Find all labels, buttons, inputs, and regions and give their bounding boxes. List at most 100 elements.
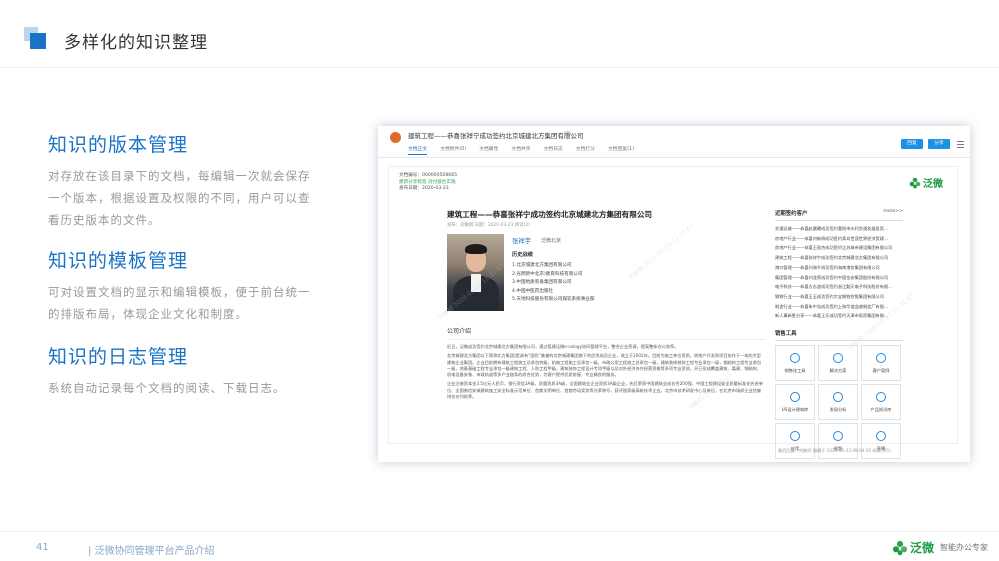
tab-properties[interactable]: 文档属性 [479, 145, 498, 155]
client-link[interactable]: 房地产行业——恭喜刘新佩成功签约青岛世茂世界经济贸建… [775, 234, 903, 244]
weaver-logo-text: 泛微 [923, 179, 943, 190]
article-title: 建筑工程——恭喜张祥宁成功签约北京城建北方集团有限公司 [447, 210, 653, 219]
company-intro-heading: 公司介绍 [447, 326, 765, 340]
recent-clients-list: 交通运输——恭喜赵晨曦成功签约惠阳市水利交通发展投资… 房地产行业——恭喜刘新佩… [775, 224, 903, 321]
share-button[interactable]: 分享 [928, 139, 950, 149]
tab-log[interactable]: 文档日志 [544, 145, 563, 155]
footer-text: | 泛微协同管理平台产品介绍 [88, 546, 215, 557]
slide-header: 多样化的知识整理 [0, 0, 999, 68]
client-link[interactable]: 制造行业——恭喜朱中浩成功签约上海华谊血液制造厂有限… [775, 302, 903, 312]
weaver-logo: 泛微 [909, 175, 943, 190]
tool-tile[interactable]: 产品知识库 [861, 384, 901, 421]
chart-icon [833, 392, 843, 403]
section-body: 系统自动记录每个文档的阅读、下载日志。 [48, 381, 286, 395]
profile-photo [447, 234, 504, 311]
tab-body[interactable]: 文档正文 [408, 145, 428, 155]
document-meta: 文档编号：000000508665 建新分享标签 对付部合实践 发布日期：202… [399, 173, 457, 193]
list-item: 3.中国地质装备集团有限公司 [512, 280, 572, 286]
paragraph: 近日，泛微成功签约北京城建北方集团有限公司，通过搭建泛微e-cology协同管理… [447, 344, 679, 349]
tab-rating[interactable]: 文档打分 [576, 145, 595, 155]
section-body: 可对设置文档的显示和编辑模板，便于前台统一的排版布局，体现企业文化和制度。 [48, 285, 311, 321]
document-icon [833, 353, 843, 364]
page-number: 41 [36, 542, 49, 553]
footer-logo-text: 泛微 [910, 541, 935, 555]
profile-achievements: 1.北京城建北方集团有限公司 2.光明新中北京)教育科技有限公司 3.中国地质装… [512, 262, 594, 305]
document-toolbar: 建筑工程——恭喜张祥宁成功签约北京城建北方集团有限公司 (8) 文档正文 文档附… [378, 126, 970, 158]
tool-label: 销售化工具 [784, 368, 806, 374]
view-count: (8) [564, 131, 572, 137]
sales-tools-title: 销售工具 [775, 329, 903, 342]
profile-company: 泛微北京 [541, 238, 562, 244]
section-heading: 知识的模板管理 [48, 250, 189, 272]
tool-label: 发现分析 [829, 407, 847, 413]
client-link[interactable]: 电子科技——恭喜方志波成功签约浙江勤天电子科技股份有限… [775, 282, 903, 292]
document-screenshot: 建筑工程——恭喜张祥宁成功签约北京城建北方集团有限公司 (8) 文档正文 文档附… [378, 126, 970, 462]
gear-icon [790, 353, 800, 364]
tool-label: 解决方案 [829, 368, 847, 374]
client-link[interactable]: 港口管理——恭喜刘海平成功签约海南港务集团有限公司 [775, 263, 903, 273]
doc-number: 文档编号：000000508665 [399, 173, 458, 178]
play-icon [876, 431, 886, 442]
list-item: 4.中国中医药出版社 [512, 288, 554, 294]
section-template-management: 知识的模板管理 可对设置文档的显示和编辑模板，便于前台统一的排版布局，体现企业文… [48, 246, 318, 325]
client-link[interactable]: 集团管理——恭喜刘龙荣成功签约中国金安集团股份有限公司 [775, 273, 903, 283]
tab-replies[interactable]: 文档回复(1) [608, 145, 634, 155]
document-icon [390, 132, 401, 143]
paragraph: 北京城建北方集团以下简称北方集团)是具有“国优”美誉的北京城建集团旗下的优秀成员… [447, 353, 762, 378]
tool-label: 客户案例 [872, 368, 890, 374]
profile-subtitle: 历史战绩 [512, 252, 533, 258]
sales-tools-grid: 销售化工具 解决方案 客户案例 US设计建筑库 发现分析 产品知识库 应用 视频… [775, 345, 903, 460]
tool-tile[interactable]: 销售化工具 [775, 345, 815, 382]
weaver-leaf-icon [909, 177, 921, 188]
image-icon [790, 392, 800, 403]
article-body: 近日，泛微成功签约北京城建北方集团有限公司，通过搭建泛微e-cology协同管理… [447, 344, 765, 400]
apps-icon [790, 431, 800, 442]
sidebar: 近期签约客户 more>> 交通运输——恭喜赵晨曦成功签约惠阳市水利交通发展投资… [775, 209, 903, 460]
footer-logo: 泛微 智能办公专家 [892, 539, 988, 556]
document-title: 建筑工程——恭喜张祥宁成功签约北京城建北方集团有限公司 [408, 132, 584, 140]
list-item: 5.天地科技股份有限公司煤炭系统事业部 [512, 297, 595, 303]
more-link[interactable]: more>> [883, 209, 903, 217]
document-status-bar: 最后回复：刘敏明 编辑于 2020-03-23 09:04:05 阅读 (55) [778, 448, 891, 453]
document-canvas: 文档编号：000000508665 建新分享标签 对付部合实践 发布日期：202… [388, 166, 958, 460]
tab-attachments[interactable]: 文档附件(0) [440, 145, 466, 155]
slide-footer: 41 | 泛微协同管理平台产品介绍 泛微 智能办公专家 [0, 531, 999, 561]
client-link[interactable]: 新人事新胜分享——恭喜王乐成功签约天津市医药集团有限… [775, 311, 903, 321]
user-icon [876, 353, 886, 364]
tool-tile[interactable]: 客户案例 [861, 345, 901, 382]
tool-tile[interactable]: 解决方案 [818, 345, 858, 382]
book-icon [876, 392, 886, 403]
recent-clients-header: 近期签约客户 more>> [775, 209, 903, 221]
reply-button[interactable]: 回复 [901, 139, 923, 149]
tool-tile[interactable]: US设计建筑库 [775, 384, 815, 421]
footer-slogan: 智能办公专家 [940, 543, 989, 552]
profile-card: 张祥宇 泛微北京 历史战绩 1.北京城建北方集团有限公司 2.光明新中北京)教育… [447, 234, 765, 324]
client-link[interactable]: 交通运输——恭喜赵晨曦成功签约惠阳市水利交通发展投资… [775, 224, 903, 234]
video-icon [833, 431, 843, 442]
doc-date: 发布日期：2020-03-23 [399, 186, 449, 191]
client-link[interactable]: 房地产行业——恭喜王丽杰成功签约江苏城市建设集团有限公司 [775, 243, 903, 253]
article-meta: 发布：刘敏明 日期：2020-03-23 阅读(2) [447, 223, 530, 228]
tool-label: 产品知识库 [870, 407, 892, 413]
section-log-management: 知识的日志管理 系统自动记录每个文档的阅读、下载日志。 [48, 342, 318, 399]
section-heading: 知识的版本管理 [48, 134, 189, 156]
article: 建筑工程——恭喜张祥宁成功签约北京城建北方集团有限公司 发布：刘敏明 日期：20… [447, 209, 765, 403]
tab-share[interactable]: 文档共享 [511, 145, 530, 155]
title-marker-icon [24, 27, 46, 49]
menu-icon[interactable] [957, 141, 964, 150]
client-link[interactable]: 建筑工程——恭喜张祥宁成功签约北京城建北方集团有限公司 [775, 253, 903, 263]
list-item: 1.北京城建北方集团有限公司 [512, 263, 572, 268]
client-link[interactable]: 钢铁行业——恭喜王玉成功签约大宝钢铁控股集团有限公司 [775, 292, 903, 302]
tool-tile[interactable]: 发现分析 [818, 384, 858, 421]
tool-label: US设计建筑库 [781, 407, 809, 413]
profile-name: 张祥宇 [512, 237, 532, 245]
section-version-management: 知识的版本管理 对存放在该目录下的文档，每编辑一次就会保存一个版本，根据设置及权… [48, 130, 318, 231]
paragraph: 企业注册资本金3.5亿元人民币，银行资信3A级，质量资质3A级，全国建筑业企业资… [447, 381, 763, 400]
section-heading: 知识的日志管理 [48, 346, 189, 368]
weaver-leaf-icon [892, 540, 908, 555]
list-item: 2.光明新中北京)教育科技有限公司 [512, 271, 583, 277]
recent-clients-title: 近期签约客户 [775, 211, 808, 217]
document-tabs: 文档正文 文档附件(0) 文档属性 文档共享 文档日志 文档打分 文档回复(1) [408, 145, 634, 155]
slide-title: 多样化的知识整理 [64, 33, 208, 53]
section-body: 对存放在该目录下的文档，每编辑一次就会保存一个版本，根据设置及权限的不同，用户可… [48, 169, 311, 227]
